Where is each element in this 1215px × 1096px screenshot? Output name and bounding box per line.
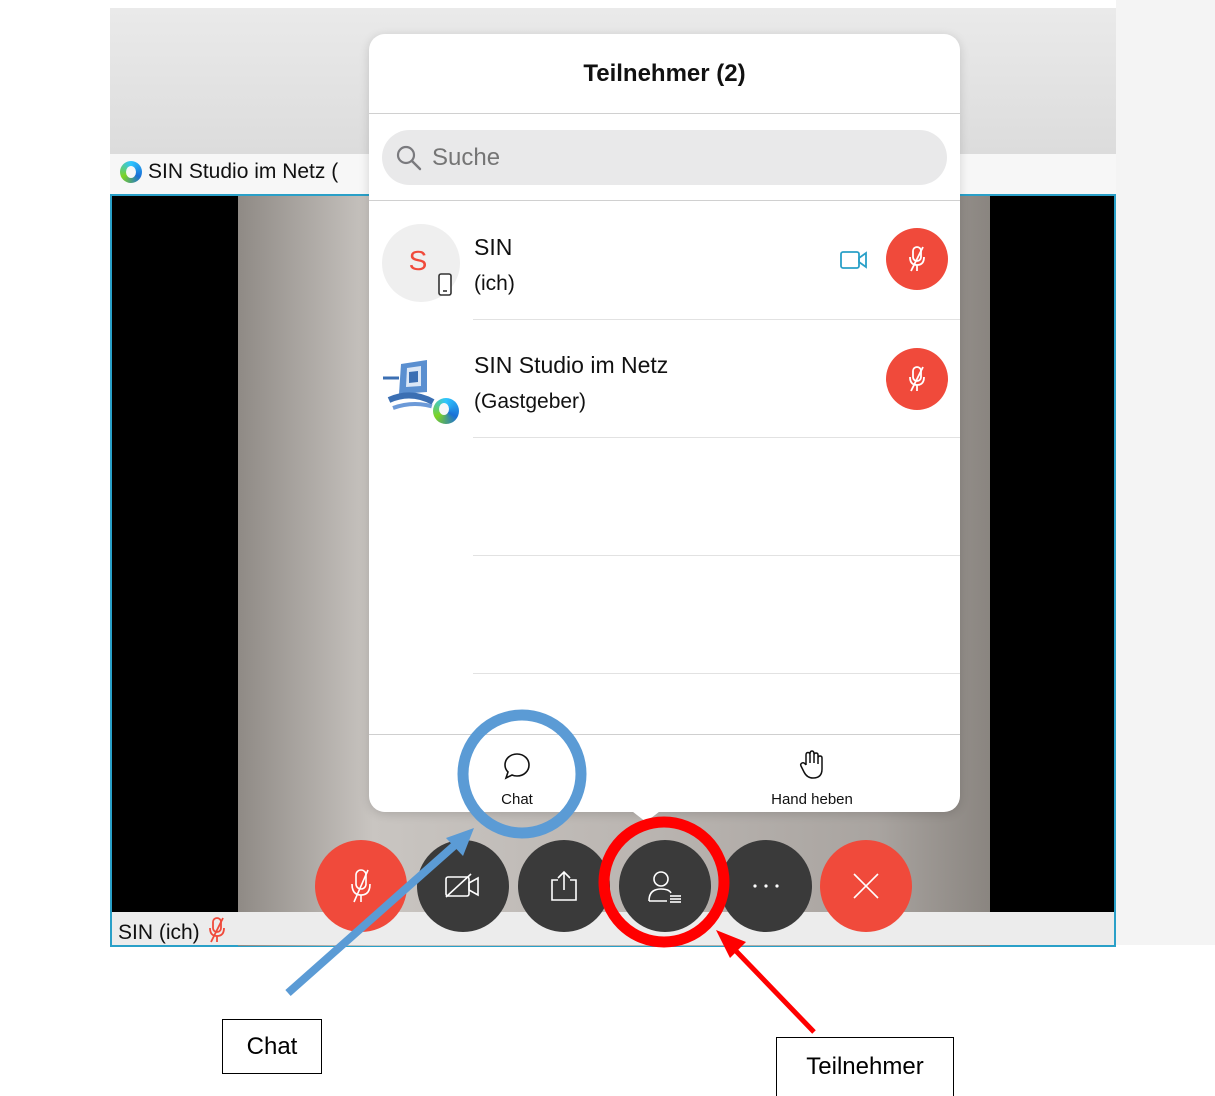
annotation-overlay bbox=[285, 709, 816, 1034]
chat-highlight-ring bbox=[457, 709, 587, 839]
participants-arrow bbox=[734, 949, 816, 1034]
participants-callout: Teilnehmer bbox=[776, 1037, 954, 1096]
chat-callout: Chat bbox=[222, 1019, 322, 1074]
participants-highlight-ring bbox=[598, 816, 730, 948]
chat-arrow bbox=[285, 842, 458, 996]
